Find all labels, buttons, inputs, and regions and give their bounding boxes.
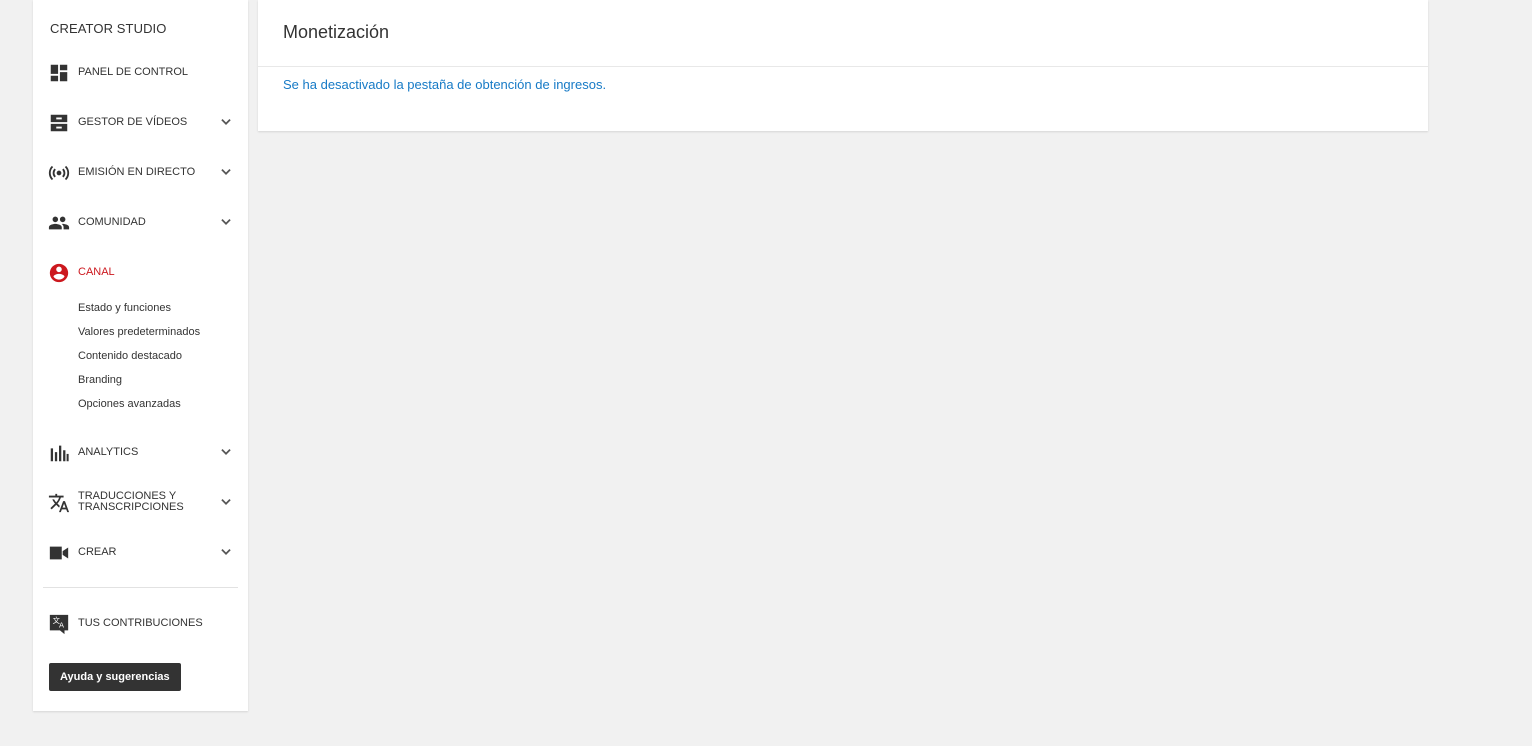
chevron-down-icon[interactable] — [219, 445, 233, 459]
monetization-disabled-link[interactable]: Se ha desactivado la pestaña de obtenció… — [283, 77, 606, 92]
translate-icon — [48, 492, 70, 514]
svg-text:A: A — [59, 621, 64, 630]
contributions-translate-icon: 文 A — [48, 613, 70, 635]
sidebar-item-community[interactable]: COMUNIDAD — [33, 202, 248, 242]
sidebar-item-dashboard[interactable]: PANEL DE CONTROL — [33, 52, 248, 92]
page-title: Monetización — [283, 22, 390, 42]
sidebar-item-channel[interactable]: CANAL — [33, 252, 248, 292]
sidebar-item-video-manager[interactable]: GESTOR DE VÍDEOS — [33, 102, 248, 142]
live-broadcast-icon — [48, 162, 70, 184]
community-icon — [48, 212, 70, 234]
sidebar-item-label: TRADUCCIONES Y TRANSCRIPCIONES — [78, 490, 184, 513]
chevron-down-icon[interactable] — [219, 215, 233, 229]
sidebar-item-label: PANEL DE CONTROL — [78, 65, 189, 78]
card-divider — [258, 66, 1428, 67]
chevron-down-icon[interactable] — [219, 115, 233, 129]
sidebar-item-label: ANALYTICS — [78, 445, 139, 458]
chevron-down-icon[interactable] — [219, 165, 233, 179]
studio-title: CREATOR STUDIO — [50, 21, 167, 36]
sidebar-item-label: COMUNIDAD — [78, 215, 146, 228]
subitem-branding[interactable]: Branding — [78, 374, 122, 386]
subitem-upload-defaults[interactable]: Valores predeterminados — [78, 326, 200, 338]
sidebar-item-create[interactable]: CREAR — [33, 532, 248, 572]
subitem-advanced[interactable]: Opciones avanzadas — [78, 398, 181, 410]
sidebar-item-contributions[interactable]: 文 A TUS CONTRIBUCIONES — [33, 603, 248, 643]
dashboard-icon — [48, 62, 70, 84]
sidebar-item-analytics[interactable]: ANALYTICS — [33, 432, 248, 472]
channel-icon — [48, 262, 70, 284]
sidebar-item-live-streaming[interactable]: EMISIÓN EN DIRECTO — [33, 152, 248, 192]
chevron-down-icon[interactable] — [219, 495, 233, 509]
sidebar: CREATOR STUDIO PANEL DE CONTROL GESTOR D… — [33, 0, 248, 711]
sidebar-item-label: GESTOR DE VÍDEOS — [78, 115, 188, 128]
sidebar-item-label: EMISIÓN EN DIRECTO — [78, 165, 196, 178]
sidebar-item-label: TUS CONTRIBUCIONES — [78, 616, 203, 629]
subitem-featured-content[interactable]: Contenido destacado — [78, 350, 182, 362]
sidebar-item-label: CREAR — [78, 545, 117, 558]
sidebar-item-translations[interactable]: TRADUCCIONES Y TRANSCRIPCIONES — [33, 482, 248, 522]
subitem-status-and-features[interactable]: Estado y funciones — [78, 302, 171, 314]
sidebar-divider — [43, 587, 238, 588]
video-manager-icon — [48, 112, 70, 134]
chevron-down-icon[interactable] — [219, 545, 233, 559]
analytics-icon — [48, 442, 70, 464]
video-camera-icon — [48, 542, 70, 564]
monetization-card: Monetización Se ha desactivado la pestañ… — [258, 0, 1428, 131]
help-feedback-button[interactable]: Ayuda y sugerencias — [49, 663, 181, 691]
sidebar-item-label: CANAL — [78, 265, 115, 278]
